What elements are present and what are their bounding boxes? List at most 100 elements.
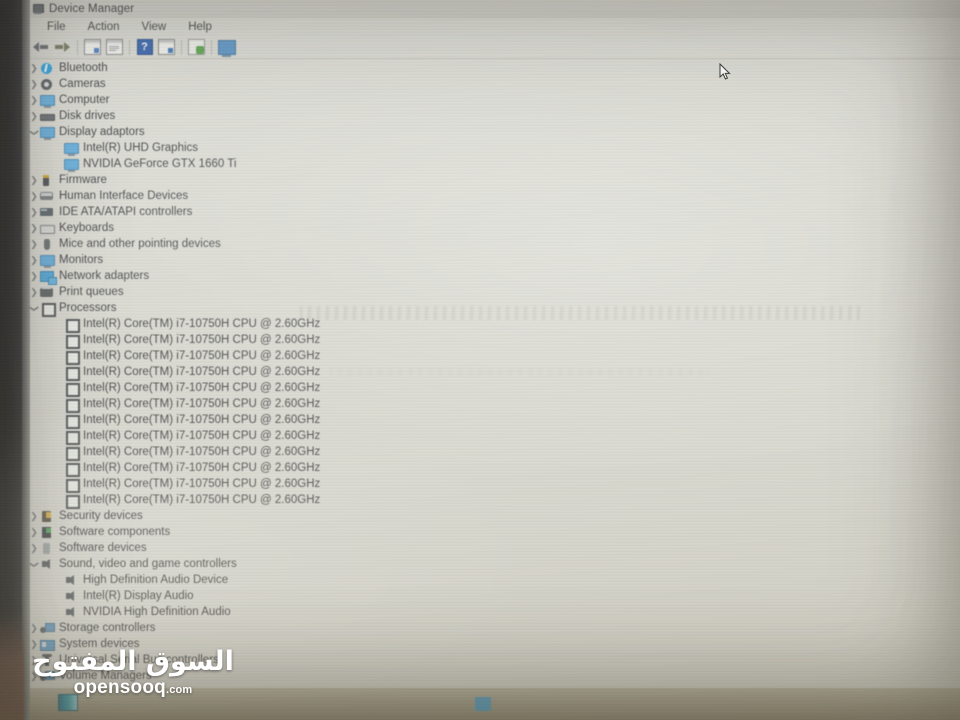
update-driver-button[interactable]	[104, 38, 125, 57]
tree-item[interactable]: ❯ Universal Serial Bus controllers	[28, 652, 960, 668]
windows-start-icon[interactable]	[475, 697, 491, 711]
tree-item[interactable]: Intel(R) Core(TM) i7-10750H CPU @ 2.60GH…	[28, 492, 960, 509]
tree-item[interactable]: ❯ Software devices	[28, 540, 960, 556]
processor-icon-glyph	[42, 302, 56, 317]
tree-item[interactable]: ❯ Display adaptors	[28, 124, 960, 140]
processor-icon	[64, 398, 80, 413]
menu-item-file[interactable]: File	[36, 18, 77, 36]
tree-item[interactable]: ❯ Processors	[28, 300, 960, 317]
properties-icon	[84, 39, 101, 55]
tree-item[interactable]: Intel(R) Display Audio	[28, 588, 960, 604]
tree-item-label: System devices	[59, 638, 140, 650]
tree-item[interactable]: ❯ Cameras	[28, 76, 960, 92]
tree-item[interactable]: ❯ Volume Managers	[28, 668, 960, 684]
tree-item[interactable]: Intel(R) Core(TM) i7-10750H CPU @ 2.60GH…	[28, 364, 960, 381]
computer-view-button[interactable]	[216, 38, 237, 57]
tree-item[interactable]: Intel(R) Core(TM) i7-10750H CPU @ 2.60GH…	[28, 316, 960, 333]
menu-item-view[interactable]: View	[131, 18, 178, 36]
tree-item[interactable]: ❯ IDE ATA/ATAPI controllers	[28, 204, 960, 220]
tree-item[interactable]: NVIDIA GeForce GTX 1660 Ti	[28, 156, 960, 172]
usb-icon	[40, 653, 54, 667]
tree-item[interactable]: ❯ Bluetooth	[28, 60, 960, 76]
tree-item-label: Intel(R) Core(TM) i7-10750H CPU @ 2.60GH…	[83, 446, 321, 458]
disk-drive-icon-glyph	[40, 113, 55, 121]
tree-item-label: Intel(R) Core(TM) i7-10750H CPU @ 2.60GH…	[83, 398, 321, 410]
tree-item[interactable]: NVIDIA High Definition Audio	[28, 604, 960, 620]
forward-button[interactable]	[52, 38, 73, 57]
tree-item[interactable]: ❯ Network adapters	[28, 268, 960, 285]
forward-arrow-icon	[55, 41, 70, 53]
tree-item[interactable]: ❯ Human Interface Devices	[28, 188, 960, 204]
toolbar-separator-1	[77, 39, 78, 55]
tree-item[interactable]: ❯ Keyboards	[28, 220, 960, 236]
ide-controller-icon	[40, 206, 54, 219]
tree-item[interactable]: ❯ Monitors	[28, 252, 960, 268]
tree-item[interactable]: Intel(R) Core(TM) i7-10750H CPU @ 2.60GH…	[28, 412, 960, 429]
processor-icon-glyph	[66, 430, 80, 445]
processor-icon	[64, 414, 80, 429]
processor-icon	[64, 366, 80, 381]
tree-item[interactable]: ❯ Computer	[28, 92, 960, 108]
tree-item-label: Firmware	[59, 174, 107, 186]
display-adapter-icon-glyph	[64, 158, 79, 172]
bluetooth-icon	[40, 62, 54, 75]
processor-icon	[64, 446, 80, 461]
tree-item-label: Volume Managers	[59, 670, 152, 682]
chevron-down-icon[interactable]: ❯	[29, 558, 40, 570]
tree-item[interactable]: ❯ Storage controllers	[28, 620, 960, 636]
properties-button[interactable]	[82, 38, 103, 57]
tree-item[interactable]: Intel(R) Core(TM) i7-10750H CPU @ 2.60GH…	[28, 332, 960, 349]
tree-item[interactable]: Intel(R) Core(TM) i7-10750H CPU @ 2.60GH…	[28, 348, 960, 365]
toolbar-separator-4	[211, 39, 212, 55]
tree-item[interactable]: High Definition Audio Device	[28, 572, 960, 588]
photo-of-screen: Device Manager File Action View Help ? ❯…	[0, 0, 960, 720]
tree-item[interactable]: Intel(R) UHD Graphics	[28, 140, 960, 156]
keyboard-icon	[40, 222, 55, 235]
document-icon	[106, 39, 123, 55]
tree-item[interactable]: Intel(R) Core(TM) i7-10750H CPU @ 2.60GH…	[28, 428, 960, 445]
tree-item[interactable]: ❯ Firmware	[28, 172, 960, 188]
menu-item-action[interactable]: Action	[77, 18, 131, 36]
menu-item-help[interactable]: Help	[177, 18, 223, 36]
processor-icon	[40, 302, 56, 317]
processor-icon	[64, 350, 80, 365]
device-tree[interactable]: ❯ Bluetooth ❯ Cameras ❯ Computer ❯ Disk drives ❯…	[28, 58, 960, 688]
tree-item[interactable]: Intel(R) Core(TM) i7-10750H CPU @ 2.60GH…	[28, 476, 960, 493]
tree-item-label: NVIDIA High Definition Audio	[83, 606, 231, 618]
security-device-icon	[40, 510, 54, 523]
tree-item[interactable]: ❯ Disk drives	[28, 108, 960, 124]
tree-item[interactable]: ❯ Mice and other pointing devices	[28, 236, 960, 252]
back-button[interactable]	[30, 38, 51, 57]
help-button[interactable]: ?	[134, 38, 155, 57]
title-bar: Device Manager	[28, 0, 960, 18]
taskbar[interactable]	[28, 688, 960, 720]
show-hidden-button[interactable]	[156, 38, 177, 57]
tree-item-label: Intel(R) Core(TM) i7-10750H CPU @ 2.60GH…	[83, 366, 321, 378]
tree-item[interactable]: ❯ Sound, video and game controllers	[28, 556, 960, 572]
sound-icon-glyph	[66, 574, 74, 585]
tree-item[interactable]: ❯ Print queues	[28, 284, 960, 300]
tree-item-label: Intel(R) Core(TM) i7-10750H CPU @ 2.60GH…	[83, 334, 321, 346]
tree-item[interactable]: ❯ Software components	[28, 524, 960, 540]
camera-icon	[40, 78, 54, 91]
monitor-icon	[217, 39, 236, 57]
tree-item[interactable]: Intel(R) Core(TM) i7-10750H CPU @ 2.60GH…	[28, 396, 960, 413]
tree-item-label: Security devices	[59, 510, 143, 522]
tree-item[interactable]: ❯ Security devices	[28, 508, 960, 524]
tree-item[interactable]: Intel(R) Core(TM) i7-10750H CPU @ 2.60GH…	[28, 444, 960, 461]
chevron-down-icon[interactable]: ❯	[29, 302, 40, 314]
tree-item[interactable]: Intel(R) Core(TM) i7-10750H CPU @ 2.60GH…	[28, 460, 960, 477]
processor-icon-glyph	[66, 414, 80, 429]
software-component-icon-glyph	[42, 526, 51, 538]
tree-item[interactable]: Intel(R) Core(TM) i7-10750H CPU @ 2.60GH…	[28, 380, 960, 397]
taskbar-app-icon[interactable]	[58, 694, 78, 711]
scan-hardware-button[interactable]	[186, 38, 207, 57]
tree-item[interactable]: ❯ System devices	[28, 636, 960, 652]
tree-item-label: High Definition Audio Device	[83, 574, 229, 586]
chevron-down-icon[interactable]: ❯	[29, 126, 40, 138]
display-adapter-icon-glyph	[40, 126, 55, 140]
processor-icon-glyph	[66, 494, 80, 509]
toolbar: ?	[28, 36, 960, 59]
tree-item-label: Computer	[59, 94, 110, 106]
display-adapter-icon	[64, 142, 79, 156]
